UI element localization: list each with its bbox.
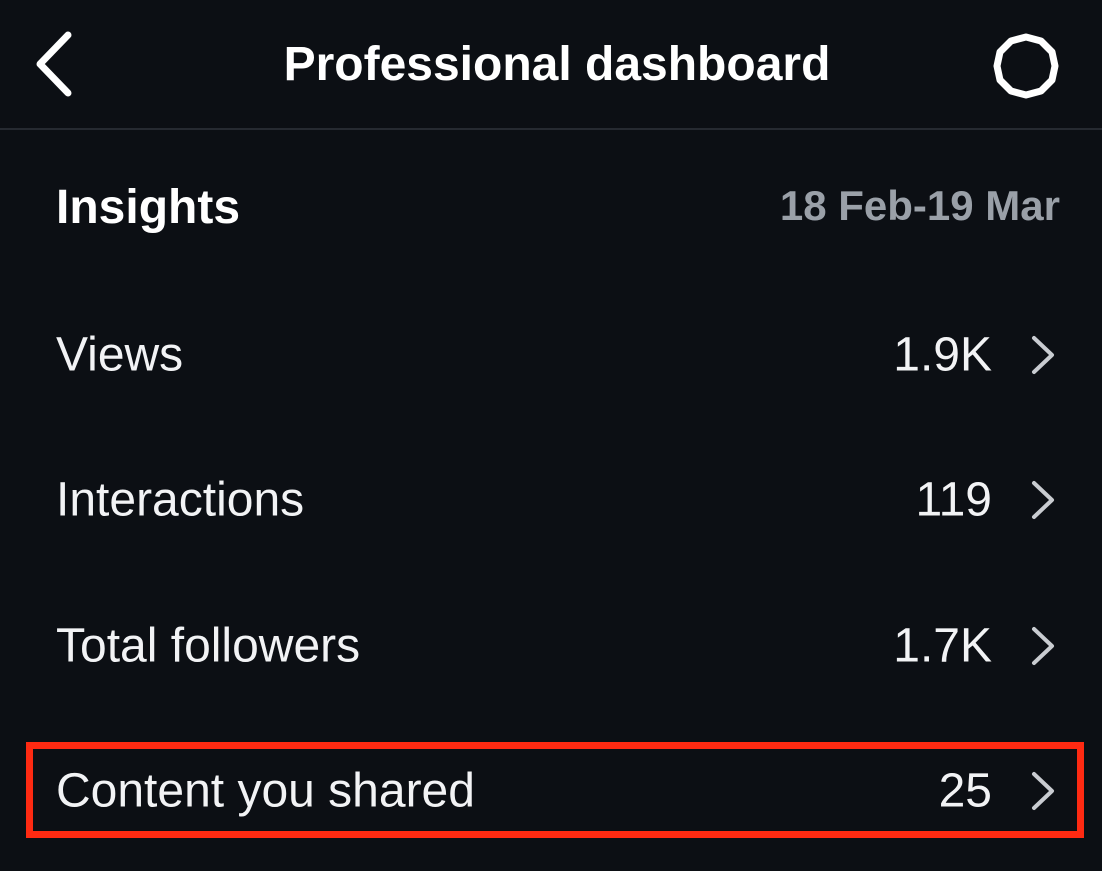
metric-row-total-followers[interactable]: Total followers 1.7K [0, 576, 1102, 716]
metric-row-interactions[interactable]: Interactions 119 [0, 430, 1102, 570]
metric-label: Views [56, 328, 184, 382]
page-title: Professional dashboard [0, 0, 1102, 128]
insights-label: Insights [56, 181, 241, 234]
metric-row-views[interactable]: Views 1.9K [0, 285, 1102, 425]
metric-value: 1.9K [893, 328, 992, 382]
chevron-right-icon [1026, 769, 1060, 813]
metric-label: Interactions [56, 473, 305, 527]
chevron-right-icon [1026, 333, 1060, 377]
metric-label: Total followers [56, 619, 361, 673]
top-bar: Professional dashboard [0, 0, 1102, 130]
metric-value: 119 [915, 473, 992, 527]
metric-value: 25 [938, 764, 992, 818]
insights-header: Insights 18 Feb-19 Mar [0, 150, 1102, 270]
metric-value: 1.7K [893, 619, 992, 673]
metric-label: Content you shared [56, 764, 475, 818]
chevron-right-icon [1026, 624, 1060, 668]
metric-row-content-you-shared[interactable]: Content you shared 25 [0, 721, 1102, 861]
settings-button[interactable] [986, 26, 1066, 106]
page-title-text: Professional dashboard [283, 37, 831, 91]
gear-icon [993, 33, 1059, 99]
date-range: 18 Feb-19 Mar [779, 182, 1060, 229]
chevron-right-icon [1026, 478, 1060, 522]
